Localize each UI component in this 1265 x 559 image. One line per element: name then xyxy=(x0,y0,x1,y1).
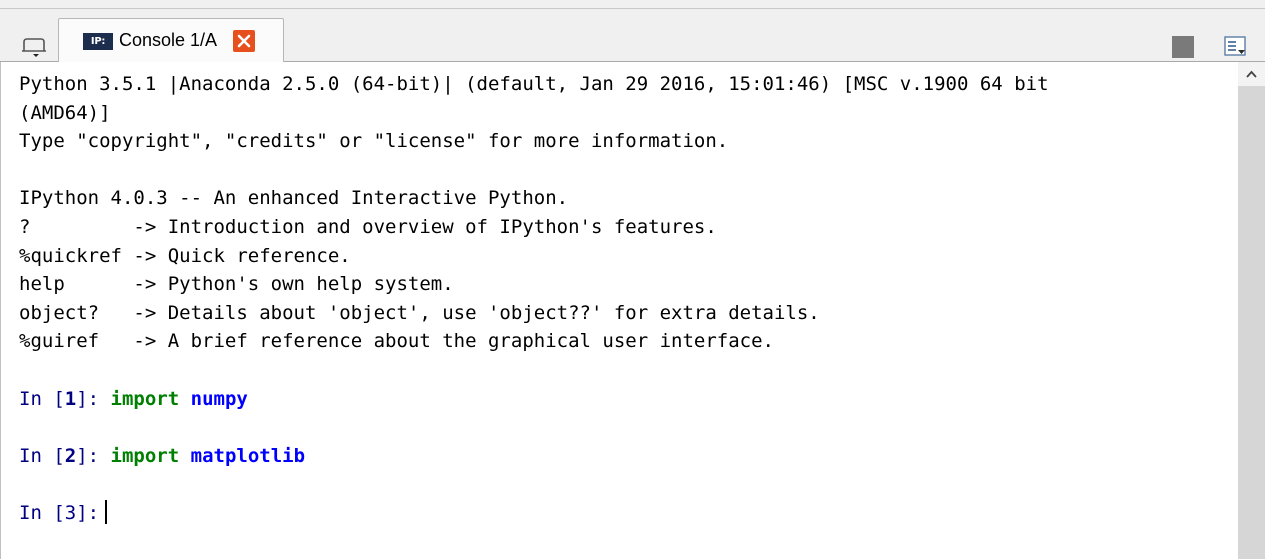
prompt-prefix: In [ xyxy=(19,444,65,467)
banner-line xyxy=(19,356,1049,385)
banner-line: Type "copyright", "credits" or "license"… xyxy=(19,130,729,153)
banner-line: object? -> Details about 'object', use '… xyxy=(19,301,820,324)
banner-line: %guiref -> A brief reference about the g… xyxy=(19,330,774,353)
prompt-number: 1 xyxy=(64,387,77,410)
banner-line: (AMD64)] xyxy=(19,101,111,124)
banner-line: %quickref -> Quick reference. xyxy=(19,244,351,267)
banner-line: Python 3.5.1 |Anaconda 2.5.0 (64-bit)| (… xyxy=(19,73,1049,95)
banner-line: ? -> Introduction and overview of IPytho… xyxy=(19,215,717,238)
scroll-up-icon[interactable] xyxy=(1238,62,1265,86)
console-text: Python 3.5.1 |Anaconda 2.5.0 (64-bit)| (… xyxy=(19,70,1049,528)
prompt-suffix: ]: xyxy=(76,387,111,410)
prompt-number: 2 xyxy=(64,444,77,467)
options-icon[interactable] xyxy=(1222,33,1250,61)
code-module: numpy xyxy=(179,387,248,410)
browse-tabs-icon[interactable] xyxy=(20,33,50,61)
text-cursor xyxy=(105,499,108,524)
banner-line: help -> Python's own help system. xyxy=(19,273,454,296)
input-cell-2: In [2]: import matplotlib xyxy=(19,442,1049,471)
ipython-console-output[interactable]: Python 3.5.1 |Anaconda 2.5.0 (64-bit)| (… xyxy=(0,62,1239,559)
banner-line xyxy=(19,156,1049,185)
banner-line: IPython 4.0.3 -- An enhanced Interactive… xyxy=(19,187,569,210)
vertical-scrollbar[interactable] xyxy=(1238,62,1265,559)
code-keyword: import xyxy=(110,444,180,467)
window-top-border xyxy=(0,0,1265,9)
prompt-suffix: ]: xyxy=(76,444,111,467)
close-icon[interactable] xyxy=(233,30,255,52)
stop-icon[interactable] xyxy=(1172,36,1194,58)
input-cell-3-active[interactable]: In [3]: xyxy=(19,499,1049,528)
tab-console-1a[interactable]: IP: Console 1/A xyxy=(58,18,284,63)
ipython-console-icon: IP: xyxy=(83,33,113,50)
tab-label: Console 1/A xyxy=(119,30,218,50)
prompt-suffix: ]: xyxy=(76,501,100,524)
prompt-prefix: In [ xyxy=(19,387,65,410)
code-keyword: import xyxy=(110,387,180,410)
console-tab-bar: IP: Console 1/A xyxy=(0,9,1265,63)
code-module: matplotlib xyxy=(179,444,306,467)
prompt-prefix: In [ xyxy=(19,501,65,524)
input-cell-1: In [1]: import numpy xyxy=(19,385,1049,414)
prompt-number: 3 xyxy=(64,501,77,524)
